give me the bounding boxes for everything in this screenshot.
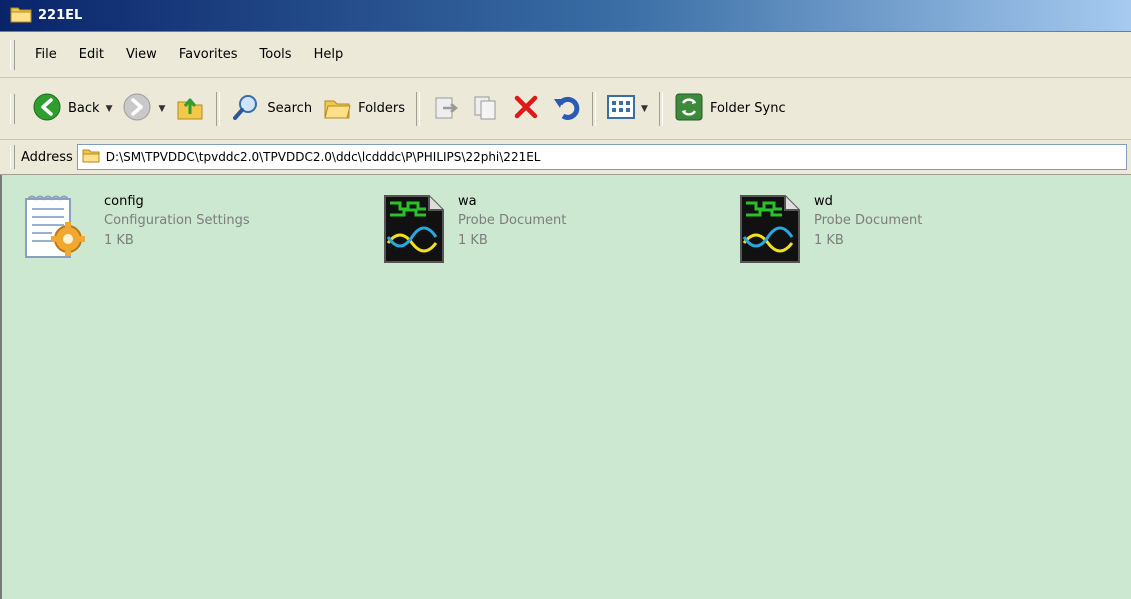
address-bar: Address D:\SM\TPVDDC\tpvddc2.0\TPVDDC2.0… — [0, 140, 1131, 175]
file-size: 1 KB — [458, 233, 488, 248]
move-to-icon — [431, 92, 461, 126]
toolbar-separator — [416, 91, 421, 126]
forward-dropdown-icon[interactable]: ▼ — [158, 104, 165, 114]
back-dropdown-icon[interactable]: ▼ — [106, 104, 113, 114]
move-to-button[interactable] — [426, 89, 466, 129]
toolbar-grip[interactable] — [10, 93, 15, 124]
views-dropdown-icon[interactable]: ▼ — [641, 104, 648, 114]
toolbar-separator — [592, 91, 597, 126]
file-item-wd[interactable]: wd Probe Document 1 KB — [738, 193, 922, 268]
file-item-config[interactable]: config Configuration Settings 1 KB — [22, 193, 250, 268]
up-folder-icon — [175, 92, 205, 126]
file-type: Configuration Settings — [104, 213, 250, 228]
address-path: D:\SM\TPVDDC\tpvddc2.0\TPVDDC2.0\ddc\lcd… — [105, 150, 541, 164]
menu-bar-grip[interactable] — [10, 39, 15, 70]
back-arrow-icon — [32, 92, 62, 126]
folders-label: Folders — [358, 101, 406, 116]
file-name: config — [104, 194, 144, 209]
undo-button[interactable] — [546, 89, 586, 129]
probe-document-icon — [382, 193, 446, 268]
delete-icon — [511, 92, 541, 126]
address-bar-grip[interactable] — [10, 145, 15, 169]
folder-sync-label: Folder Sync — [709, 101, 786, 116]
back-label: Back — [68, 101, 100, 116]
file-name: wd — [814, 194, 833, 209]
file-size: 1 KB — [104, 233, 134, 248]
forward-button[interactable]: ▼ — [117, 89, 170, 129]
standard-toolbar: Back ▼ ▼ Search Folders ▼ Folder Sync — [0, 78, 1131, 140]
window-title: 221EL — [38, 8, 83, 23]
toolbar-separator — [658, 91, 663, 126]
file-type: Probe Document — [458, 213, 567, 228]
file-name: wa — [458, 194, 477, 209]
copy-to-button[interactable] — [466, 89, 506, 129]
menu-edit[interactable]: Edit — [71, 44, 112, 65]
search-button[interactable]: Search — [226, 89, 317, 129]
undo-icon — [551, 92, 581, 126]
toolbar-separator — [216, 91, 221, 126]
menu-tools[interactable]: Tools — [252, 44, 300, 65]
forward-arrow-icon — [122, 92, 152, 126]
copy-to-icon — [471, 92, 501, 126]
file-type: Probe Document — [814, 213, 923, 228]
search-icon — [231, 92, 261, 126]
config-settings-icon — [22, 193, 92, 268]
file-item-wa[interactable]: wa Probe Document 1 KB — [382, 193, 566, 268]
address-folder-icon — [82, 148, 100, 166]
folder-sync-icon — [674, 92, 704, 126]
views-button[interactable]: ▼ — [602, 91, 653, 127]
menu-view[interactable]: View — [118, 44, 165, 65]
folders-button[interactable]: Folders — [317, 89, 410, 129]
menu-favorites[interactable]: Favorites — [171, 44, 246, 65]
menu-help[interactable]: Help — [306, 44, 352, 65]
probe-document-icon — [738, 193, 802, 268]
menu-bar: File Edit View Favorites Tools Help — [0, 32, 1131, 78]
file-size: 1 KB — [814, 233, 844, 248]
back-button[interactable]: Back ▼ — [27, 89, 117, 129]
folder-icon — [10, 5, 32, 26]
address-label: Address — [21, 149, 73, 165]
file-list-pane[interactable]: config Configuration Settings 1 KB wa Pr… — [0, 175, 1131, 599]
title-bar: 221EL — [0, 0, 1131, 32]
folder-sync-button[interactable]: Folder Sync — [669, 89, 791, 129]
delete-button[interactable] — [506, 89, 546, 129]
views-icon — [607, 94, 636, 124]
search-label: Search — [267, 101, 313, 116]
folders-icon — [322, 92, 352, 126]
up-folder-button[interactable] — [170, 89, 210, 129]
address-input[interactable]: D:\SM\TPVDDC\tpvddc2.0\TPVDDC2.0\ddc\lcd… — [76, 144, 1127, 170]
menu-file[interactable]: File — [27, 44, 65, 65]
